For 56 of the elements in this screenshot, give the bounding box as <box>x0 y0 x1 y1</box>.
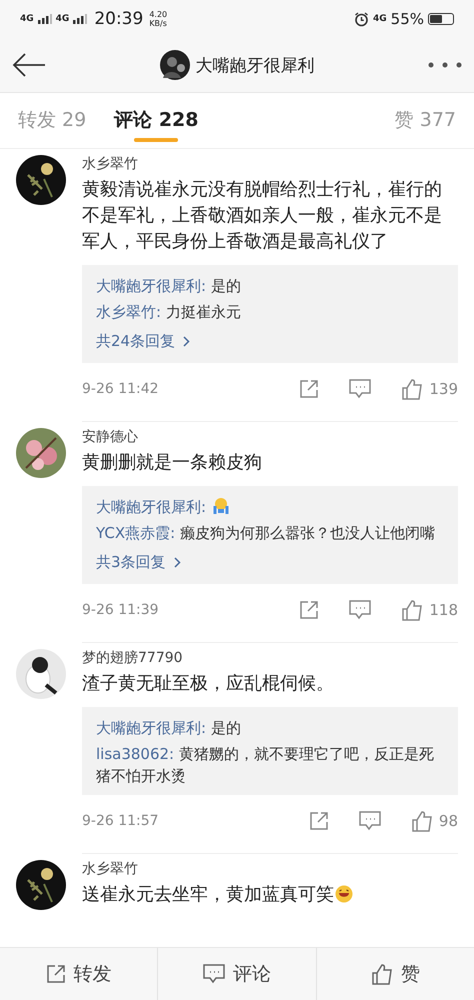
like-icon <box>370 963 393 985</box>
back-icon[interactable] <box>12 53 46 77</box>
chevron-icon <box>183 336 190 346</box>
like-count: 118 <box>429 601 458 619</box>
network-speed: 4.20 <box>149 10 168 19</box>
share-icon <box>46 964 66 984</box>
like-count: 98 <box>438 812 458 830</box>
laughing-emoji-icon <box>335 885 353 903</box>
reply-text: 大嘴龅牙很犀利: 是的 <box>96 718 242 739</box>
comment-time: 9-26 11:42 <box>82 381 159 397</box>
signal-icon <box>73 14 88 24</box>
toolbar-button[interactable]: 赞 <box>364 955 426 993</box>
reply-text: 大嘴龅牙很犀利: 是的 <box>96 276 242 297</box>
comment-text: 黄毅清说崔永元没有脱帽给烈士行礼，崔行的不是军礼，上香敬酒如亲人一般，崔永元不是军人，平民身份上香敬酒是最高礼仪了 <box>82 178 443 254</box>
comment-text: 送崔永元去坐牢，黄加蓝真可笑 <box>82 882 458 908</box>
reply-text: 大嘴龅牙很犀利: <box>96 496 444 518</box>
comment-username[interactable]: 梦的翅膀77790 <box>82 647 458 669</box>
comment-username[interactable]: 安静德心 <box>82 426 458 448</box>
tab[interactable]: 评论 228 <box>114 93 198 148</box>
comment-username[interactable]: 水乡翠竹 <box>82 858 458 880</box>
comment-text: 渣子黄无耻至极，应乱棍伺候。 <box>82 672 335 696</box>
toolbar-button[interactable]: 转发 <box>40 955 118 993</box>
like-icon[interactable] <box>401 599 424 621</box>
battery-percentage: 55% <box>390 10 424 28</box>
signal-icon <box>38 14 52 24</box>
share-icon[interactable] <box>299 600 320 620</box>
network-indicator: 4G <box>373 14 387 24</box>
battery-icon <box>428 13 454 25</box>
comment-icon[interactable] <box>358 811 381 831</box>
more-replies-link[interactable]: 共24条回复 <box>96 327 190 355</box>
like-icon[interactable] <box>410 810 433 832</box>
like-icon[interactable] <box>401 378 424 400</box>
comment-text: 黄删删就是一条赖皮狗 <box>82 451 263 475</box>
network-indicator: 4G <box>56 14 70 24</box>
share-icon[interactable] <box>308 811 329 831</box>
more-icon[interactable] <box>428 62 462 68</box>
nav-title: 大嘴龅牙很犀利 <box>196 54 314 76</box>
reply-text: lisa38062: 黄猪嬲的，就不要理它了吧，反正是死猪不怕开水烫 <box>96 744 435 787</box>
speed-unit: KB/s <box>149 19 168 28</box>
comment-icon[interactable] <box>349 379 372 399</box>
comment-time: 9-26 11:39 <box>82 602 159 618</box>
comment-icon <box>202 964 225 984</box>
network-indicator: 4G <box>20 14 34 24</box>
like-count: 139 <box>429 380 458 398</box>
share-icon[interactable] <box>299 379 320 399</box>
reply-text: 水乡翠竹: 力挺崔永元 <box>96 302 242 323</box>
chevron-icon <box>174 556 181 568</box>
comment-icon[interactable] <box>349 600 372 620</box>
reply-text: YCX燕赤霞: 癞皮狗为何那么嚣张？也没人让他闭嘴 <box>96 523 436 544</box>
comment-time: 9-26 11:57 <box>82 813 159 829</box>
status-time: 20:39 <box>94 9 144 29</box>
crying-emoji-icon <box>212 497 230 515</box>
toolbar-button[interactable]: 评论 <box>196 955 277 993</box>
more-replies-link[interactable]: 共3条回复 <box>96 548 181 576</box>
comment-username[interactable]: 水乡翠竹 <box>82 153 458 175</box>
alarm-icon <box>354 12 369 26</box>
